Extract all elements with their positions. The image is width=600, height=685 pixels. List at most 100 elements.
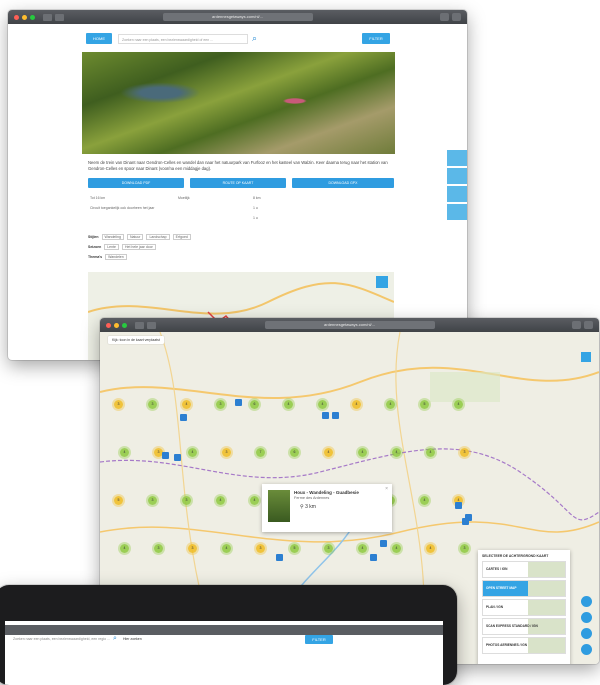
basemap-option[interactable]: SCAN EXPRESS STANDARD / IGN xyxy=(482,618,566,635)
download-gpx-button[interactable]: DOWNLOAD GPX xyxy=(292,178,394,188)
print-icon[interactable] xyxy=(581,596,592,607)
map-cluster[interactable]: 3 xyxy=(460,544,469,553)
map-cluster[interactable]: 4 xyxy=(120,544,129,553)
minimize-icon[interactable] xyxy=(22,14,27,20)
close-icon[interactable] xyxy=(106,322,111,328)
map-cluster[interactable]: 3 xyxy=(222,448,231,457)
season-chip[interactable]: Het hele jaar door xyxy=(122,244,156,250)
popup-title[interactable]: Houx - Wandeling - Guadbesie xyxy=(294,490,359,495)
map-cluster[interactable]: 5 xyxy=(290,544,299,553)
map-cluster[interactable]: 7 xyxy=(256,448,265,457)
season-chip[interactable]: Lente xyxy=(104,244,119,250)
calendar-side-button[interactable] xyxy=(447,186,467,202)
search-input[interactable]: Zoeken naar een plaats, een bezienswaard… xyxy=(118,34,248,44)
tag-chip[interactable]: Landschap xyxy=(146,234,170,240)
tag-chip[interactable]: Wandeling xyxy=(101,234,124,240)
address-bar[interactable]: ardennesgetaways.com/nl/... xyxy=(162,13,313,21)
map-cluster[interactable]: 6 xyxy=(250,400,259,409)
map-cluster[interactable]: 4 xyxy=(318,400,327,409)
map-cluster[interactable]: 3 xyxy=(154,544,163,553)
poi-pin[interactable] xyxy=(322,412,329,419)
basemap-option[interactable]: CARTES / IGN xyxy=(482,561,566,578)
map-cluster[interactable]: 3 xyxy=(188,544,197,553)
poi-pin[interactable] xyxy=(380,540,387,547)
close-icon[interactable] xyxy=(14,14,19,20)
poi-pin[interactable] xyxy=(332,412,339,419)
tabs-icon[interactable] xyxy=(452,13,461,21)
map-cluster[interactable]: 3 xyxy=(256,544,265,553)
map-cluster[interactable]: 4 xyxy=(386,400,395,409)
sidebar-icon[interactable] xyxy=(147,321,156,329)
search-input[interactable]: Zoeken naar een plaats, een bezienswaard… xyxy=(13,637,110,641)
filter-button[interactable]: FILTER xyxy=(362,33,390,44)
map-cluster[interactable]: 3 xyxy=(148,400,157,409)
tabs-icon[interactable] xyxy=(584,321,593,329)
basemap-option[interactable]: PLAN / IGN xyxy=(482,599,566,616)
theme-chip[interactable]: Wandelen xyxy=(105,254,127,260)
map-cluster[interactable]: 6 xyxy=(290,448,299,457)
share-side-button[interactable] xyxy=(447,204,467,220)
poi-pin[interactable] xyxy=(455,502,462,509)
map-cluster[interactable]: 4 xyxy=(222,544,231,553)
map-cluster[interactable]: 4 xyxy=(182,400,191,409)
poi-pin[interactable] xyxy=(180,414,187,421)
map-cluster[interactable]: 4 xyxy=(420,496,429,505)
map-cluster[interactable]: 3 xyxy=(460,448,469,457)
tag-chip[interactable]: Erfgoed xyxy=(172,234,191,240)
map-cluster[interactable]: 4 xyxy=(426,448,435,457)
fullscreen-icon[interactable] xyxy=(581,352,591,362)
map-cluster[interactable]: 3 xyxy=(148,496,157,505)
download-pdf-button[interactable]: DOWNLOAD PDF xyxy=(88,178,184,188)
poi-pin[interactable] xyxy=(370,554,377,561)
zoom-out-icon[interactable] xyxy=(581,644,592,655)
filter-button[interactable]: FILTER xyxy=(305,635,333,644)
poi-pin[interactable] xyxy=(235,399,242,406)
basemap-option-active[interactable]: OPEN STREET MAP xyxy=(482,580,566,597)
map-cluster[interactable]: 3 xyxy=(216,400,225,409)
map-cluster[interactable]: 5 xyxy=(420,400,429,409)
map-cluster[interactable]: 4 xyxy=(120,448,129,457)
poi-pin[interactable] xyxy=(462,518,469,525)
print-side-button[interactable] xyxy=(447,168,467,184)
basemap-option[interactable]: PHOTOS AERIENNES / IGN xyxy=(482,637,566,654)
map-cluster[interactable]: 3 xyxy=(114,400,123,409)
route-map-button[interactable]: ROUTE OP KAART xyxy=(190,178,286,188)
tag-chip[interactable]: Natuur xyxy=(126,234,144,240)
map-cluster[interactable]: 4 xyxy=(426,544,435,553)
map-cluster[interactable]: 3 xyxy=(324,544,333,553)
sidebar-icon[interactable] xyxy=(55,13,64,21)
poi-pin[interactable] xyxy=(276,554,283,561)
close-icon[interactable]: × xyxy=(385,486,388,492)
map-cluster[interactable]: 4 xyxy=(454,400,463,409)
address-bar[interactable]: ardennesgetaways.com/nl/... xyxy=(264,321,435,329)
zoom-side-button[interactable] xyxy=(447,150,467,166)
home-button[interactable]: HOME xyxy=(86,33,112,44)
minimize-icon[interactable] xyxy=(114,322,119,328)
map-cluster[interactable]: 4 xyxy=(324,448,333,457)
maximize-icon[interactable] xyxy=(122,322,127,328)
back-icon[interactable] xyxy=(135,321,144,329)
map-cluster[interactable]: 4 xyxy=(188,448,197,457)
search-icon[interactable]: ⌕ xyxy=(252,33,257,43)
map-cluster[interactable]: 4 xyxy=(392,448,401,457)
back-icon[interactable] xyxy=(43,13,52,21)
locate-icon[interactable] xyxy=(581,612,592,623)
map-cluster[interactable]: 4 xyxy=(216,496,225,505)
zoom-in-icon[interactable] xyxy=(581,628,592,639)
share-icon[interactable] xyxy=(572,321,581,329)
map-cluster[interactable]: 5 xyxy=(114,496,123,505)
map-checkbox-label[interactable]: Kijk: toon in de kaart verplaatst xyxy=(108,336,164,344)
maximize-icon[interactable] xyxy=(30,14,35,20)
map-cluster[interactable]: 4 xyxy=(250,496,259,505)
map-cluster[interactable]: 4 xyxy=(392,544,401,553)
map-cluster[interactable]: 4 xyxy=(352,400,361,409)
poi-pin[interactable] xyxy=(174,454,181,461)
poi-pin[interactable] xyxy=(162,452,169,459)
share-icon[interactable] xyxy=(440,13,449,21)
map-cluster[interactable]: 4 xyxy=(358,544,367,553)
map-cluster[interactable]: 4 xyxy=(284,400,293,409)
search-icon[interactable]: ⌕ xyxy=(113,635,117,643)
poi-popup[interactable]: Houx - Wandeling - Guadbesie Ferme des A… xyxy=(262,484,392,532)
map-cluster[interactable]: 4 xyxy=(358,448,367,457)
map-cluster[interactable]: 3 xyxy=(182,496,191,505)
